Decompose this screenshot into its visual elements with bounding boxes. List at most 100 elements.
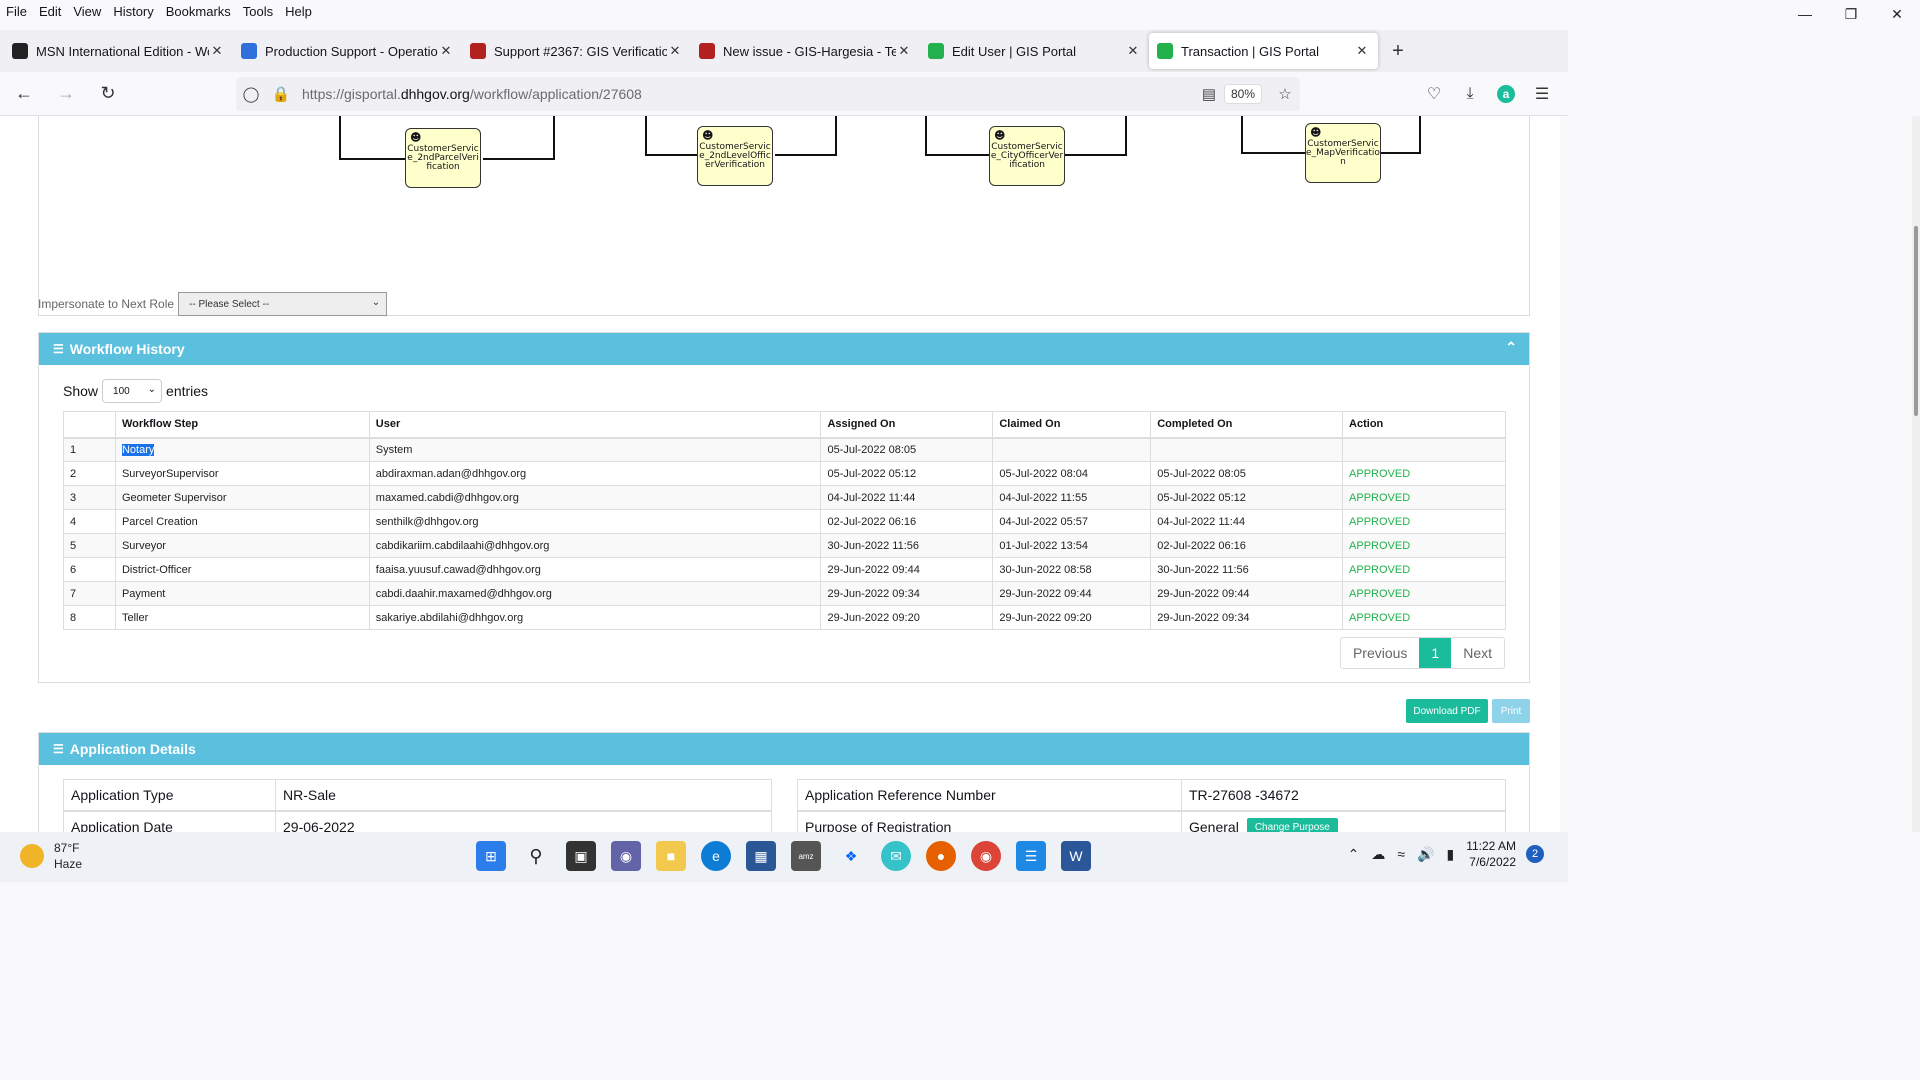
print-button[interactable]: Print [1492, 699, 1530, 723]
back-icon[interactable]: ← [6, 76, 42, 112]
cell-text: faaisa.yuusuf.cawad@dhhgov.org [375, 563, 541, 576]
chat-app-icon[interactable]: ✉ [881, 841, 911, 871]
onedrive-icon[interactable]: ☁ [1371, 846, 1385, 863]
previous-page-button[interactable]: Previous [1341, 638, 1419, 668]
minimize-icon[interactable]: — [1782, 0, 1828, 28]
cell-text: 04-Jul-2022 11:55 [999, 491, 1088, 504]
tab-title: New issue - GIS-Hargesia - Tean [723, 43, 896, 59]
browser-tab[interactable]: Transaction | GIS Portal ✕ [1149, 33, 1378, 69]
chrome-icon[interactable]: ◉ [971, 841, 1001, 871]
clock[interactable]: 11:22 AM 7/6/2022 [1466, 838, 1516, 870]
chevron-up-icon[interactable]: ⌃ [1505, 339, 1517, 356]
close-tab-icon[interactable]: ✕ [667, 43, 683, 59]
task-view-icon[interactable]: ▣ [566, 841, 596, 871]
menu-tools[interactable]: Tools [237, 4, 279, 19]
browser-tab[interactable]: Edit User | GIS Portal ✕ [920, 31, 1149, 71]
table-cell: cabdi.daahir.maxamed@dhhgov.org [368, 581, 822, 606]
page-scrollbar[interactable] [1912, 116, 1920, 832]
cell-text: Surveyor [121, 539, 166, 552]
application-date-value: 29-06-2022 [283, 819, 355, 832]
url-bar[interactable]: ◯ 🔒 https://gisportal.dhhgov.org/workflo… [236, 77, 1300, 111]
close-tab-icon[interactable]: ✕ [896, 43, 912, 59]
word-icon[interactable]: W [1061, 841, 1091, 871]
browser-tab[interactable]: MSN International Edition - Wo ✕ [4, 31, 233, 71]
menu-help[interactable]: Help [279, 4, 318, 19]
shield-icon[interactable]: ◯ [236, 85, 266, 103]
next-role-select[interactable]: -- Please Select -- ⌄ [178, 292, 388, 316]
menu-edit[interactable]: Edit [33, 4, 67, 19]
bookmark-star-icon[interactable]: ☆ [1270, 85, 1300, 103]
menu-history[interactable]: History [107, 4, 159, 19]
chevron-up-icon[interactable]: ⌃ [1348, 846, 1360, 863]
search-icon[interactable]: ⚲ [521, 841, 551, 871]
reload-icon[interactable]: ↻ [90, 76, 126, 112]
menu-view[interactable]: View [67, 4, 107, 19]
column-header[interactable]: Claimed On [992, 411, 1152, 439]
scrollbar-thumb[interactable] [1914, 226, 1918, 416]
cell-text: 1 [70, 443, 77, 456]
zoom-level[interactable]: 80% [1223, 84, 1262, 104]
close-tab-icon[interactable]: ✕ [1125, 43, 1141, 59]
table-cell: 04-Jul-2022 11:44 [1150, 509, 1344, 534]
column-header[interactable]: Workflow Step [114, 411, 370, 439]
column-header[interactable]: Action [1342, 411, 1506, 439]
dropbox-icon[interactable]: ❖ [836, 841, 866, 871]
account-icon[interactable]: a [1488, 78, 1524, 110]
workflow-history-header[interactable]: ☰ Workflow History ⌃ [39, 333, 1529, 365]
detail-row: Application Type NR-Sale [63, 779, 772, 811]
windows-start-icon[interactable]: ⊞ [476, 841, 506, 871]
status-badge: APPROVED [1349, 539, 1411, 552]
menu-bookmarks[interactable]: Bookmarks [160, 4, 237, 19]
download-pdf-button[interactable]: Download PDF [1406, 699, 1488, 723]
new-tab-icon[interactable]: + [1378, 40, 1418, 63]
menu-file[interactable]: File [0, 4, 33, 19]
window-controls: — ❐ ✕ [1782, 0, 1920, 28]
hamburger-menu-icon[interactable]: ☰ [1524, 78, 1560, 110]
browser-tab[interactable]: Production Support - Operation ✕ [233, 31, 462, 71]
application-details-panel: ☰ Application Details Application Type N… [38, 732, 1530, 832]
column-header[interactable]: User [368, 411, 822, 439]
show-label: Show [63, 383, 99, 399]
reader-view-icon[interactable]: ▤ [1194, 85, 1224, 103]
forward-icon[interactable]: → [48, 76, 84, 112]
close-window-icon[interactable]: ✕ [1874, 0, 1920, 28]
file-explorer-icon[interactable]: ■ [656, 841, 686, 871]
notepad-icon[interactable]: ☰ [1016, 841, 1046, 871]
close-tab-icon[interactable]: ✕ [438, 43, 454, 59]
current-page-button[interactable]: 1 [1419, 638, 1452, 668]
close-tab-icon[interactable]: ✕ [1354, 43, 1370, 59]
application-details-header[interactable]: ☰ Application Details [39, 733, 1529, 765]
lock-icon[interactable]: 🔒 [266, 85, 296, 103]
store-icon[interactable]: ▦ [746, 841, 776, 871]
wifi-icon[interactable]: ≈ [1397, 846, 1405, 862]
edge-icon[interactable]: e [701, 841, 731, 871]
amazon-icon[interactable]: amz [791, 841, 821, 871]
workflow-history-panel: ☰ Workflow History ⌃ Show 100 ⌄ entries W… [38, 332, 1530, 683]
column-header[interactable] [63, 411, 116, 439]
column-header[interactable]: Completed On [1150, 411, 1344, 439]
browser-tab[interactable]: Support #2367: GIS Verification ✕ [462, 31, 691, 71]
weather-widget[interactable]: 87°F Haze [20, 840, 82, 872]
column-header[interactable]: Assigned On [820, 411, 994, 439]
weather-icon [20, 844, 44, 868]
user-task-icon: ☻ [994, 129, 1006, 142]
next-page-button[interactable]: Next [1451, 638, 1504, 668]
browser-tab[interactable]: New issue - GIS-Hargesia - Tean ✕ [691, 31, 920, 71]
download-icon[interactable]: ⤓ [1452, 78, 1488, 110]
table-cell: Geometer Supervisor [114, 485, 370, 510]
volume-icon[interactable]: 🔊 [1417, 846, 1434, 863]
change-purpose-button[interactable]: Change Purpose [1246, 817, 1338, 832]
url-text[interactable]: https://gisportal.dhhgov.org/workflow/ap… [302, 86, 1194, 102]
firefox-icon[interactable]: ● [926, 841, 956, 871]
tab-title: Production Support - Operation [265, 43, 438, 59]
pocket-icon[interactable]: ♡ [1416, 78, 1452, 110]
entries-select[interactable]: 100 ⌄ [102, 379, 163, 403]
battery-icon[interactable]: ▮ [1446, 846, 1454, 863]
cell-text: 29-Jun-2022 09:44 [999, 587, 1092, 600]
restore-icon[interactable]: ❐ [1828, 0, 1874, 28]
cell-text: Parcel Creation [121, 515, 198, 528]
close-tab-icon[interactable]: ✕ [209, 43, 225, 59]
notification-badge[interactable]: 2 [1526, 845, 1544, 863]
teams-icon[interactable]: ◉ [611, 841, 641, 871]
table-cell: APPROVED [1342, 509, 1506, 534]
